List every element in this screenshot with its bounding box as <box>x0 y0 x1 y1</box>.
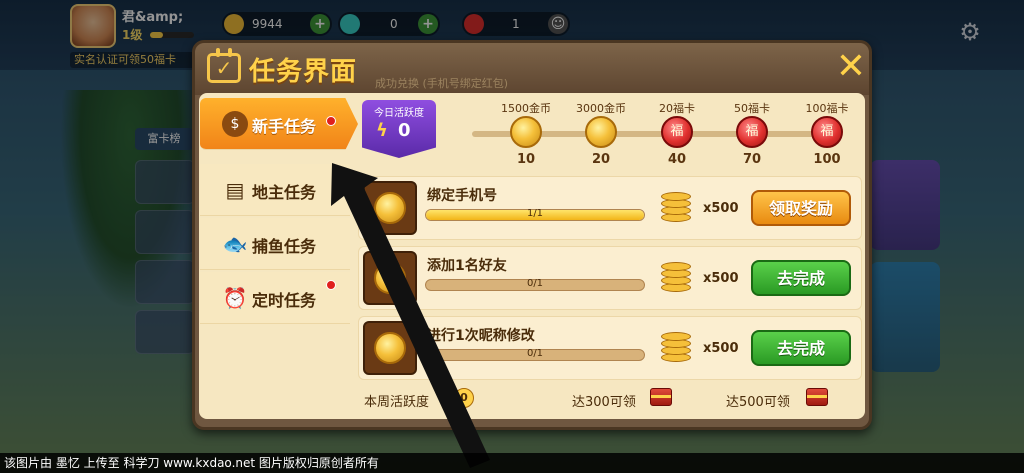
milestone-points: 40 <box>667 152 687 167</box>
lucky-card-icon <box>661 116 693 148</box>
close-icon[interactable]: ✕ <box>831 48 871 88</box>
lucky-card-icon <box>736 116 768 148</box>
calendar-icon: ▤ <box>225 178 245 202</box>
task-row: 进行1次昵称修改 0/1 x500 去完成 <box>358 316 862 380</box>
go-complete-button[interactable]: 去完成 <box>751 330 851 366</box>
task-progress-text: 0/1 <box>526 348 544 359</box>
treasure-chest-icon[interactable] <box>806 388 828 406</box>
task-reward-amount: x500 <box>703 201 739 216</box>
coin-stack-icon <box>661 331 695 365</box>
lightning-icon: ϟ <box>376 120 388 141</box>
task-checklist-icon: ✓ <box>207 48 241 83</box>
go-complete-button[interactable]: 去完成 <box>751 260 851 296</box>
weekly-activity-label: 本周活跃度 <box>364 395 430 410</box>
claim-reward-button[interactable]: 领取奖励 <box>751 190 851 226</box>
task-row: 绑定手机号 1/1 x500 领取奖励 <box>358 176 862 240</box>
daily-activity-label: 今日活跃度 <box>374 108 424 119</box>
watermark-text: 该图片由 墨忆 上传至 科学刀 www.kxdao.net 图片版权归原创者所有 <box>0 453 1024 473</box>
lucky-card-icon <box>811 116 843 148</box>
faded-header-text: 成功兑换 (手机号绑定红包) <box>375 77 509 90</box>
modal-title: 任务界面 <box>249 57 358 87</box>
daily-activity-badge: 今日活跃度 ϟ 0 <box>362 100 436 158</box>
milestone-reward-label: 1500金币 <box>501 102 551 115</box>
tab-label: 捕鱼任务 <box>252 237 317 256</box>
tab-label: 新手任务 <box>252 117 317 136</box>
milestone-reward-label: 20福卡 <box>659 102 695 115</box>
milestone-reward[interactable]: 100福卡 100 <box>792 100 862 170</box>
milestone-points: 70 <box>742 152 762 167</box>
task-row: 添加1名好友 0/1 x500 去完成 <box>358 246 862 310</box>
daily-activity-value: 0 <box>398 120 411 141</box>
coin-icon <box>510 116 542 148</box>
tab-landlord-tasks[interactable]: ▤ 地主任务 <box>200 164 350 216</box>
notification-dot <box>326 116 336 126</box>
milestone-points: 100 <box>813 152 841 167</box>
milestone-reward[interactable]: 50福卡 70 <box>717 100 787 170</box>
task-progress-text: 0/1 <box>526 278 544 289</box>
tab-fishing-tasks[interactable]: 🐟 捕鱼任务 <box>200 218 350 270</box>
weekly-activity-footer: 本周活跃度 0 达300可领 达500可领 <box>358 386 862 412</box>
milestone-reward[interactable]: 3000金币 20 <box>566 100 636 170</box>
tab-timed-tasks[interactable]: ⏰ 定时任务 <box>200 272 350 324</box>
coin-icon <box>363 251 417 305</box>
task-name: 添加1名好友 <box>427 258 507 274</box>
chest-requirement-300: 达300可领 <box>572 395 636 410</box>
notification-dot <box>326 280 336 290</box>
fish-icon: 🐟 <box>222 232 248 256</box>
task-category-tabs: $ 新手任务 ▤ 地主任务 🐟 捕鱼任务 ⏰ 定时任务 <box>200 98 358 416</box>
alarm-clock-icon: ⏰ <box>222 286 248 310</box>
task-name: 进行1次昵称修改 <box>427 328 535 344</box>
task-progress-text: 1/1 <box>526 208 544 219</box>
task-reward-amount: x500 <box>703 341 739 356</box>
milestone-reward[interactable]: 20福卡 40 <box>642 100 712 170</box>
tab-label: 定时任务 <box>252 291 317 310</box>
weekly-activity-value: 0 <box>454 388 474 408</box>
milestone-reward-label: 50福卡 <box>734 102 770 115</box>
coin-icon <box>363 181 417 235</box>
modal-header: ✓ 任务界面 成功兑换 (手机号绑定红包) ✕ <box>195 43 869 95</box>
coin-icon <box>363 321 417 375</box>
task-reward-amount: x500 <box>703 271 739 286</box>
tab-newbie-tasks[interactable]: $ 新手任务 <box>200 98 358 150</box>
coin-stack-icon <box>661 261 695 295</box>
milestone-points: 20 <box>591 152 611 167</box>
milestone-reward[interactable]: 1500金币 10 <box>491 100 561 170</box>
coin-stack-icon <box>661 191 695 225</box>
milestone-reward-label: 3000金币 <box>576 102 626 115</box>
task-name: 绑定手机号 <box>427 188 497 204</box>
milestone-points: 10 <box>516 152 536 167</box>
money-bag-icon: $ <box>222 111 248 137</box>
treasure-chest-icon[interactable] <box>650 388 672 406</box>
tab-label: 地主任务 <box>252 183 317 202</box>
chest-requirement-500: 达500可领 <box>726 395 790 410</box>
milestone-reward-label: 100福卡 <box>805 102 849 115</box>
coin-icon <box>585 116 617 148</box>
